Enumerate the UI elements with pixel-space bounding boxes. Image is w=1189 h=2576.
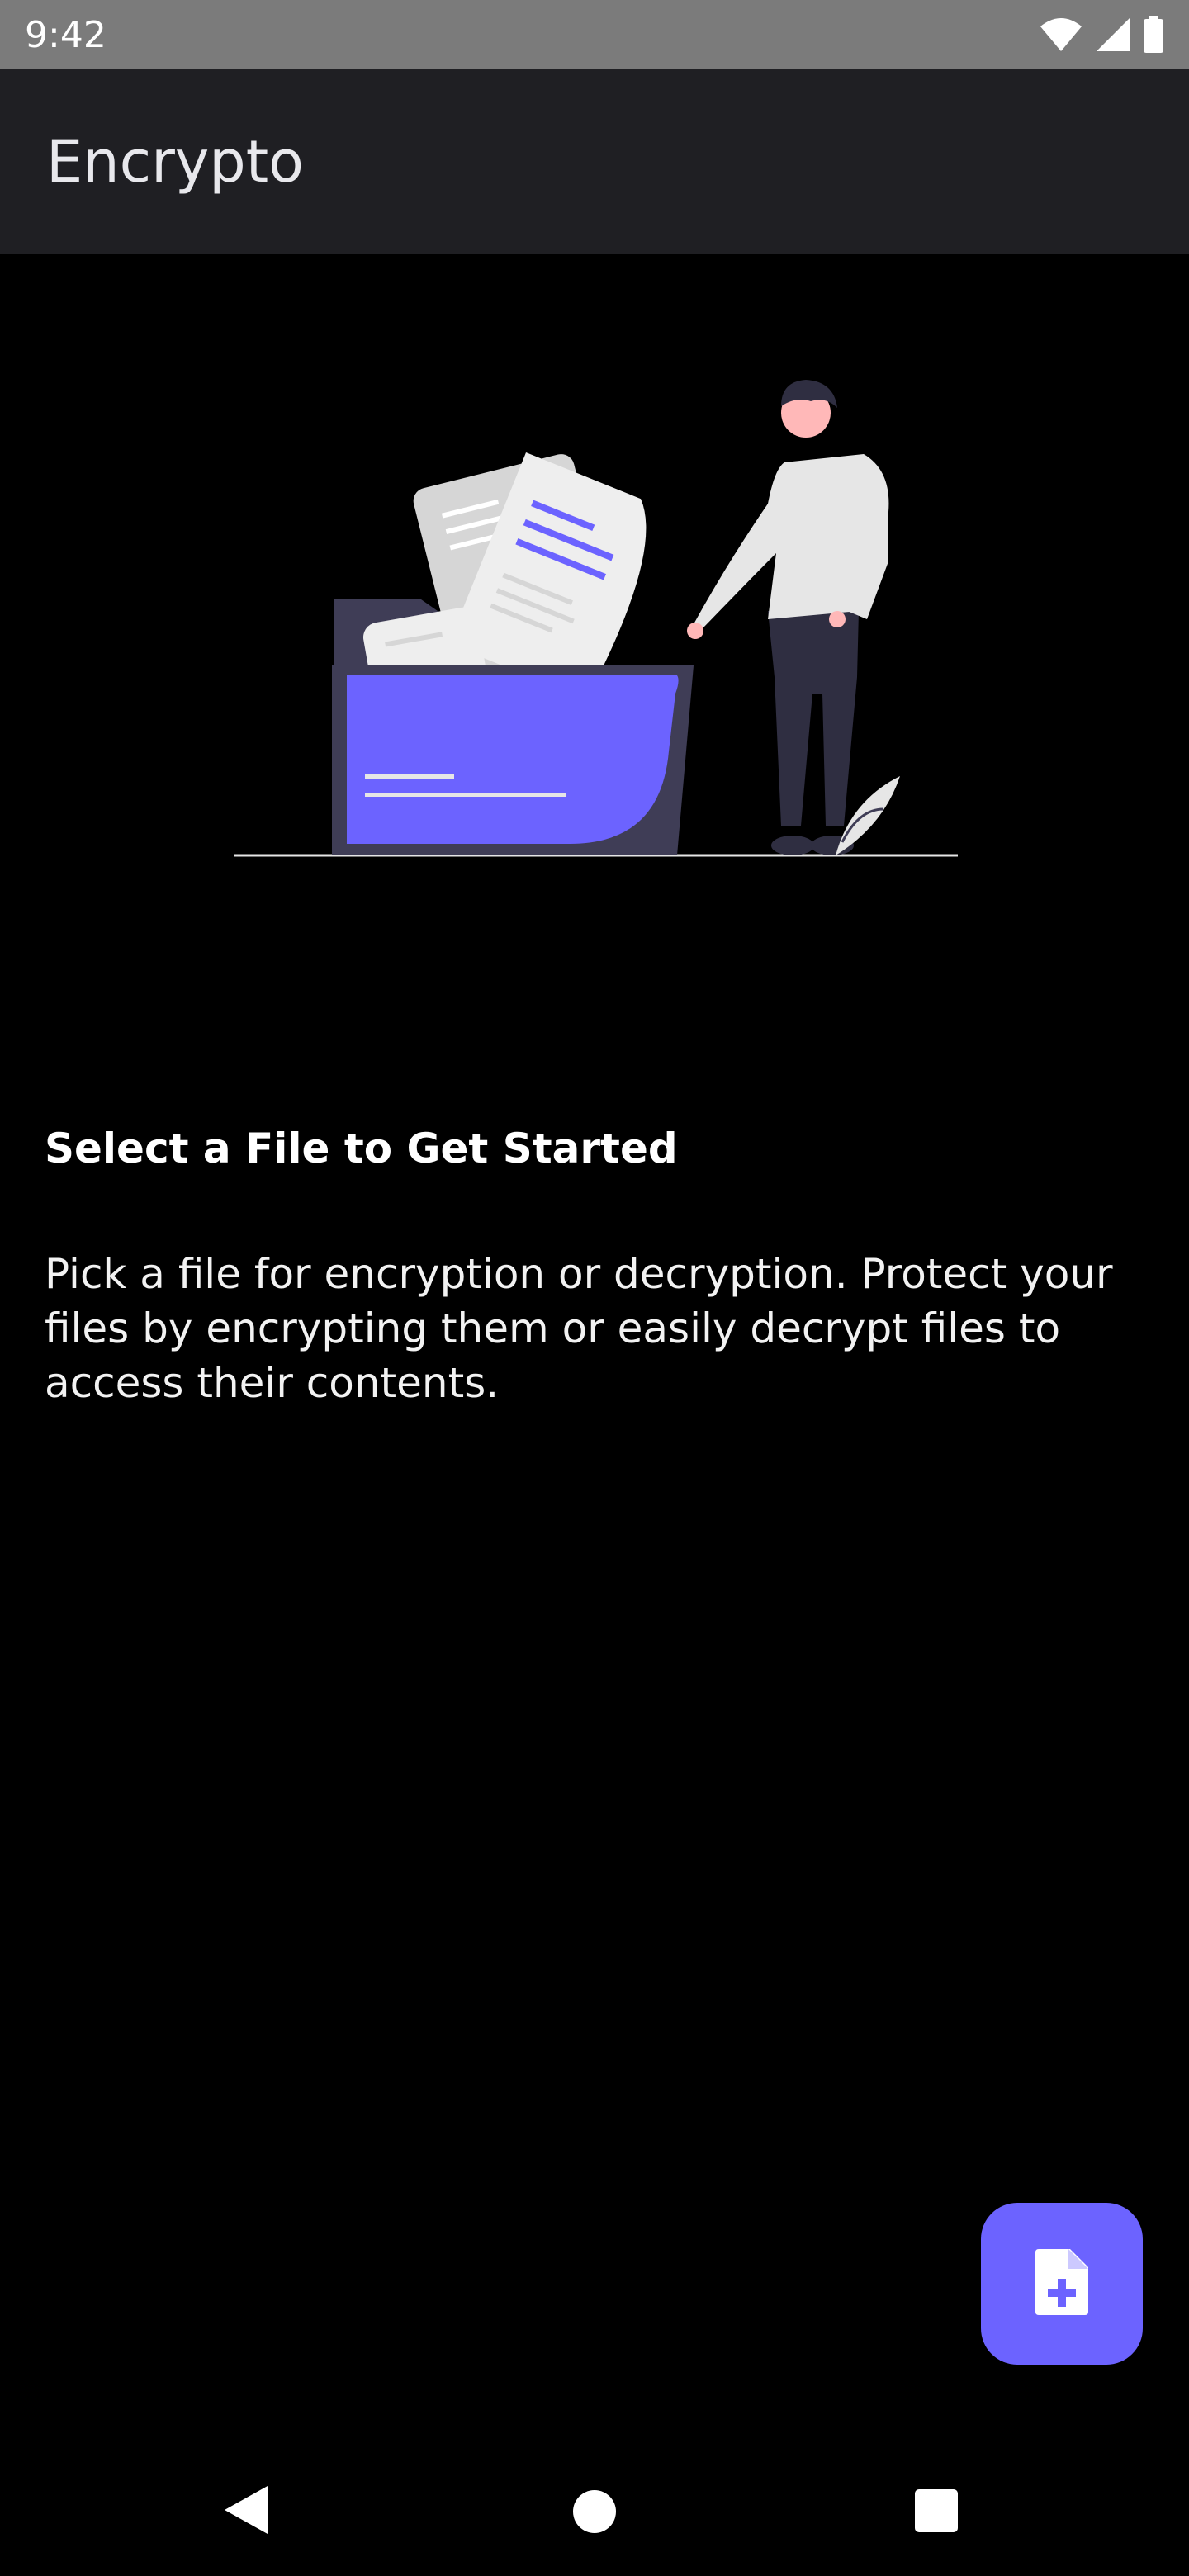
battery-icon xyxy=(1143,16,1164,54)
add-file-icon xyxy=(1035,2249,1088,2318)
status-time: 9:42 xyxy=(25,13,107,56)
status-icons xyxy=(1039,16,1164,54)
description: Pick a file for encryption or decryption… xyxy=(45,1250,1113,1407)
person-with-file-folder-illustration xyxy=(223,363,966,875)
app-bar: Encrypto xyxy=(0,69,1189,254)
status-bar: 9:42 xyxy=(0,0,1189,69)
cellular-signal-icon xyxy=(1095,17,1131,53)
headline: Select a File to Get Started xyxy=(45,1125,678,1172)
app-title: Encrypto xyxy=(46,128,304,196)
screen: 9:42 Encrypto Select a File to Get Start… xyxy=(0,0,1189,2576)
recents-icon[interactable] xyxy=(913,2488,959,2537)
home-icon[interactable] xyxy=(571,2488,618,2538)
back-icon[interactable] xyxy=(221,2484,271,2539)
wifi-icon xyxy=(1039,17,1083,53)
add-file-button[interactable] xyxy=(981,2203,1143,2365)
navigation-bar xyxy=(0,2444,1189,2576)
